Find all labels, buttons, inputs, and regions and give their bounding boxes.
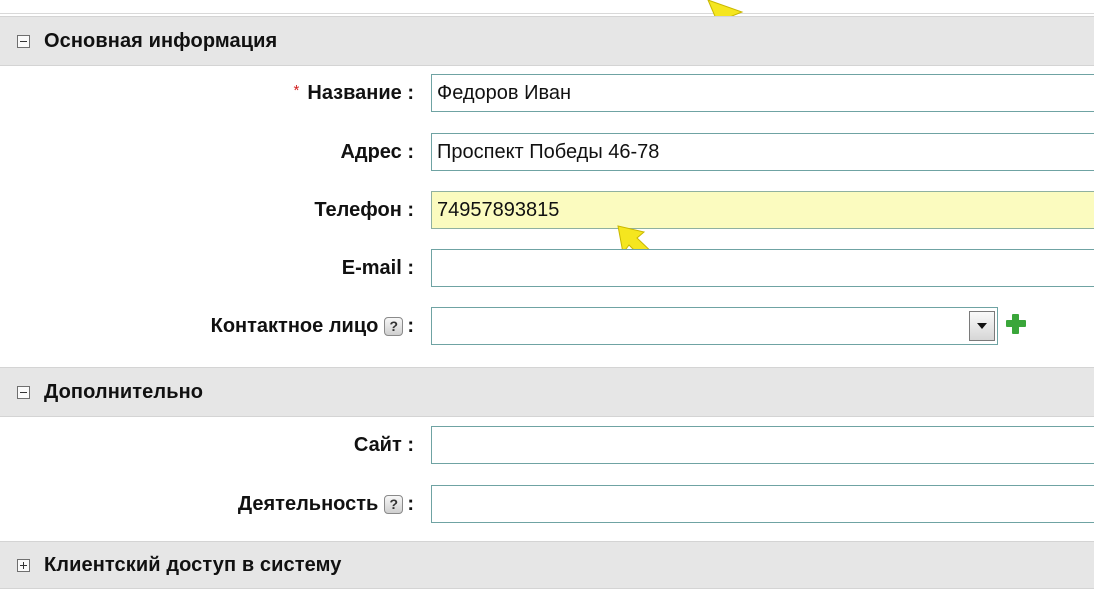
activity-label: Деятельность ? : xyxy=(238,493,414,516)
site-label: Сайт : xyxy=(354,434,414,457)
email-label: E-mail : xyxy=(342,257,414,280)
address-label-text: Адрес : xyxy=(340,141,414,163)
activity-colon: : xyxy=(407,493,414,515)
address-field[interactable]: Проспект Победы 46-78 xyxy=(431,133,1094,171)
add-contact-icon[interactable] xyxy=(1004,312,1028,336)
site-label-text: Сайт : xyxy=(353,434,414,456)
collapse-icon[interactable] xyxy=(17,34,30,48)
section-title: Основная информация xyxy=(44,29,278,52)
required-marker: * xyxy=(293,82,300,99)
collapse-icon[interactable] xyxy=(17,385,30,399)
section-title: Клиентский доступ в систему xyxy=(44,553,342,576)
phone-field[interactable]: 74957893815 xyxy=(431,191,1094,229)
section-additional[interactable]: Дополнительно xyxy=(0,367,1094,417)
site-field[interactable] xyxy=(431,426,1094,464)
help-icon[interactable]: ? xyxy=(384,317,404,336)
help-icon[interactable]: ? xyxy=(384,495,404,514)
name-label-text: Название : xyxy=(307,82,414,104)
phone-label: Телефон : xyxy=(314,199,414,222)
activity-label-text: Деятельность xyxy=(237,493,379,515)
section-client-access[interactable]: Клиентский доступ в систему xyxy=(0,541,1094,589)
expand-icon[interactable] xyxy=(17,558,30,572)
phone-label-text: Телефон : xyxy=(314,199,414,221)
contact-label: Контактное лицо ? : xyxy=(211,315,414,338)
contact-label-text: Контактное лицо xyxy=(210,315,379,337)
contact-colon: : xyxy=(407,315,414,337)
name-field[interactable]: Федоров Иван xyxy=(431,74,1094,112)
activity-field[interactable] xyxy=(431,485,1094,523)
section-main-info[interactable]: Основная информация xyxy=(0,16,1094,66)
top-divider xyxy=(0,0,1094,14)
chevron-down-icon[interactable] xyxy=(969,311,995,341)
contact-select[interactable] xyxy=(431,307,998,345)
section-title: Дополнительно xyxy=(44,380,204,403)
email-label-text: E-mail : xyxy=(341,257,414,279)
address-label: Адрес : xyxy=(340,141,414,164)
email-field[interactable] xyxy=(431,249,1094,287)
name-label: * Название : xyxy=(294,82,414,105)
